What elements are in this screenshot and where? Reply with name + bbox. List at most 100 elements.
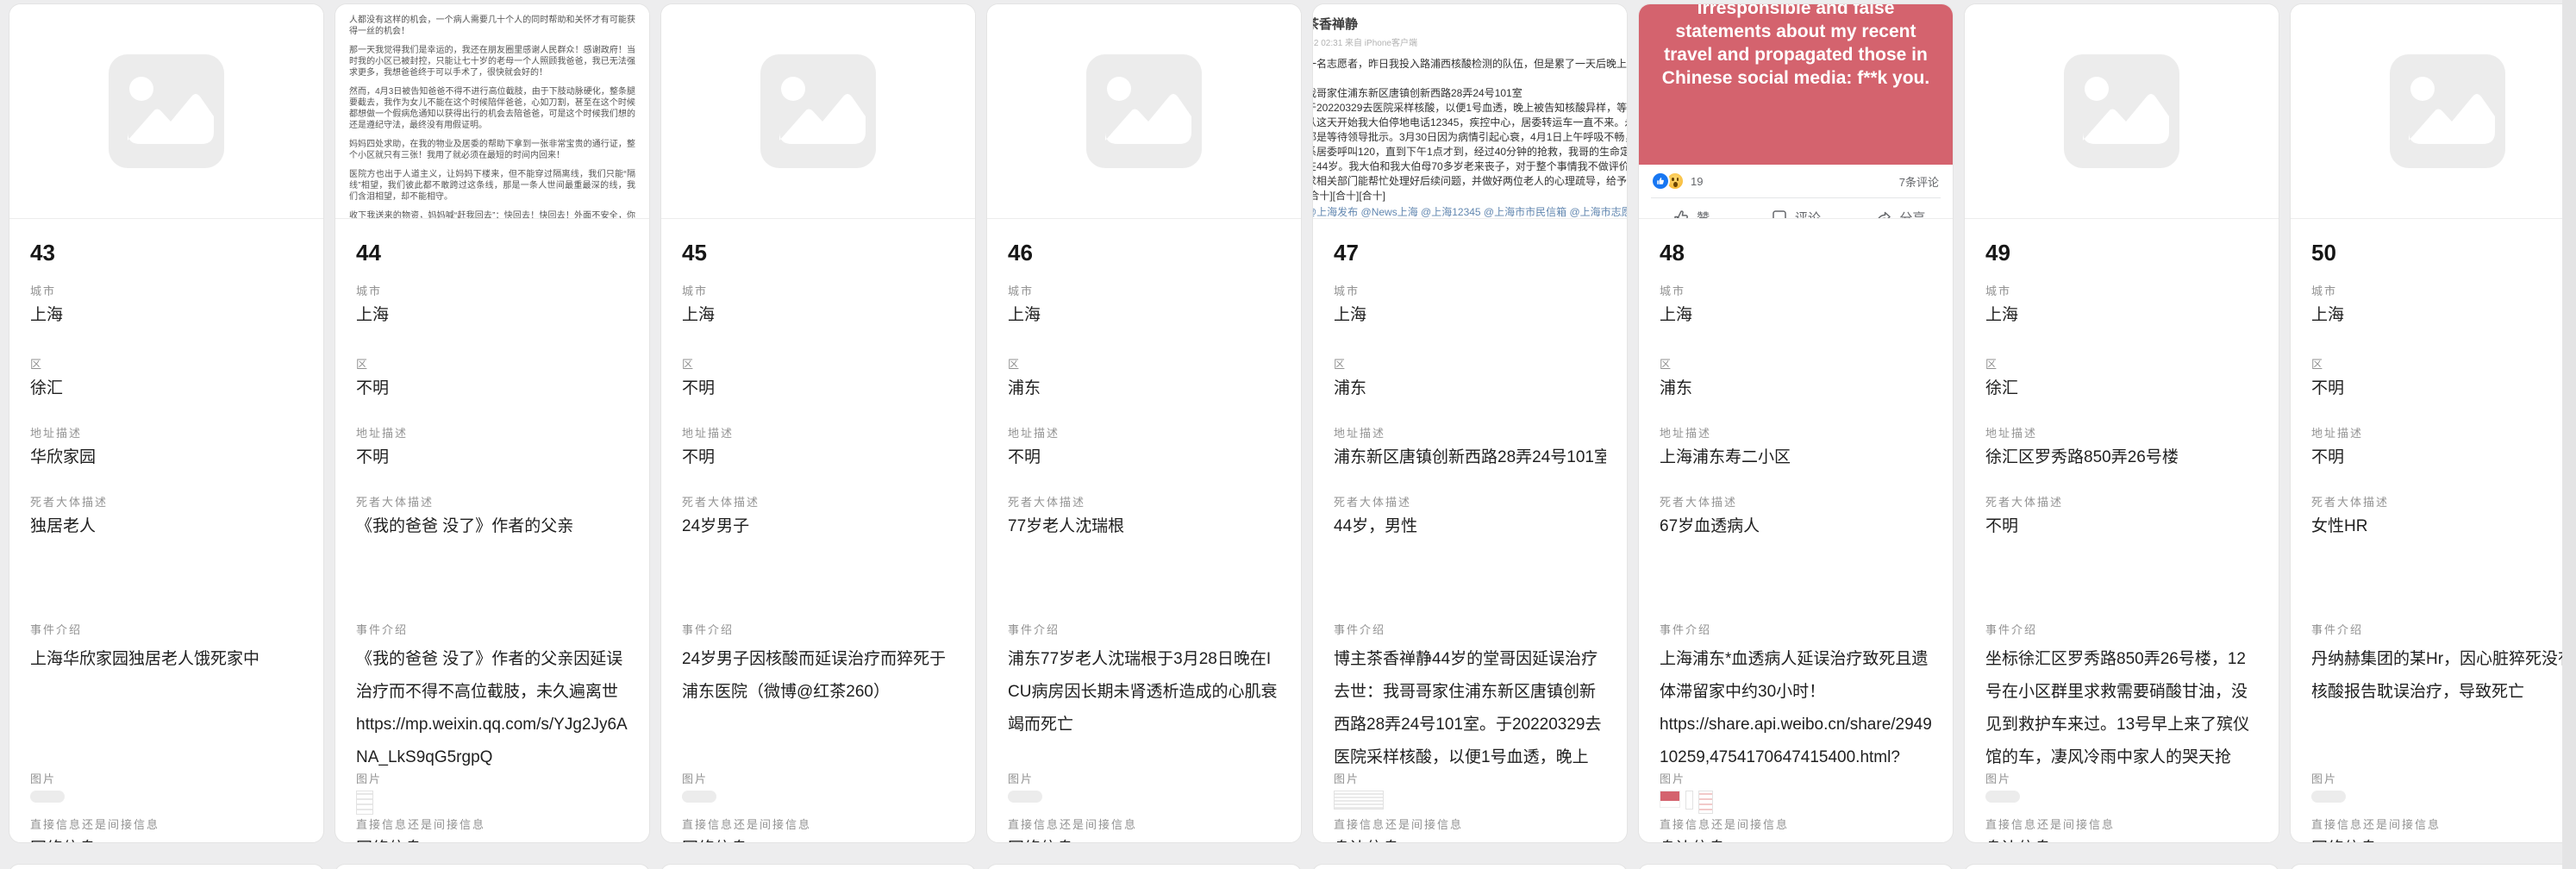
field-city: 城市 上海: [356, 284, 628, 327]
case-fields: 48 城市 上海 区 浦东 地址描述 上海浦东寿二小区 死者大体描述 67岁血透…: [1639, 219, 1953, 843]
case-card[interactable]: 46 城市 上海 区 浦东 地址描述 不明 死者大体描述 77岁老人沈瑞根 事件…: [986, 3, 1302, 843]
article-text: 人都没有这样的机会，一个病人需要几十个人的同时帮助和关怀才有可能获得一丝的机会！…: [349, 15, 635, 219]
field-label-event: 事件介绍: [1660, 623, 1932, 637]
field-label-direct-or-indirect: 直接信息还是间接信息: [356, 818, 628, 832]
image-thumbnail-red-post[interactable]: [1660, 791, 1680, 808]
image-thumbnail-narrow[interactable]: [1685, 791, 1693, 810]
next-row-card-top[interactable]: [1638, 864, 1954, 869]
field-label-image: 图片: [1334, 772, 1606, 786]
field-value-address: 上海浦东寿二小区: [1660, 447, 1932, 469]
vertical-scrollbar[interactable]: [2562, 0, 2576, 869]
next-row-card-top[interactable]: [660, 864, 976, 869]
case-card[interactable]: 50 城市 上海 区 不明 地址描述 不明 死者大体描述 女性HR 事件介绍 丹…: [2290, 3, 2576, 843]
image-thumbnail-pill[interactable]: [2311, 791, 2346, 803]
field-label-direct-or-indirect: 直接信息还是间接信息: [1660, 818, 1932, 832]
image-thumbnails: [1660, 791, 1932, 813]
case-image: Irresponsible and false statements about…: [1639, 4, 1953, 219]
next-row-card-top[interactable]: [2290, 864, 2576, 869]
field-direct-or-indirect: 直接信息还是间接信息 身边信息: [1660, 818, 1932, 843]
field-address: 地址描述 华欣家园: [30, 427, 303, 469]
field-value-district: 浦东: [1334, 378, 1606, 400]
case-card[interactable]: 人都没有这样的机会，一个病人需要几十个人的同时帮助和关怀才有可能获得一丝的机会！…: [335, 3, 650, 843]
like-action-label: 赞: [1697, 209, 1710, 220]
field-address: 地址描述 不明: [1008, 427, 1280, 469]
case-number: 48: [1660, 238, 1932, 267]
next-row-card-top[interactable]: [335, 864, 650, 869]
field-event-intro: 事件介绍 《我的爸爸 没了》作者的父亲因延误治疗而不得不高位截肢，未久遍离世 h…: [356, 623, 628, 772]
field-event-intro: 事件介绍 丹纳赫集团的某Hr，因心脏猝死没有核酸报告耽误治疗，导致死亡: [2311, 623, 2576, 772]
field-city: 城市 上海: [1008, 284, 1280, 327]
field-event-intro: 事件介绍 24岁男子因核酸而延误治疗而猝死于浦东医院（微博@红茶260）: [682, 623, 954, 772]
field-label-direct-or-indirect: 直接信息还是间接信息: [2311, 818, 2576, 832]
field-label-city: 城市: [1660, 284, 1932, 298]
share-arrow-icon: [1875, 209, 1892, 219]
weibo-mention-links: @上海发布 @News上海 @上海12345 @上海市市民信箱 @上海市志愿者协…: [1313, 205, 1627, 219]
image-thumbnail-document[interactable]: [356, 791, 373, 815]
field-event-intro: 事件介绍 浦东77岁老人沈瑞根于3月28日晚在ICU病房因长期未肾透析造成的心肌…: [1008, 623, 1280, 772]
image-thumbnail-chat[interactable]: [1698, 791, 1713, 814]
field-value-address: 不明: [1008, 447, 1280, 469]
image-thumbnails: [1334, 791, 1606, 813]
image-thumbnail-group: [1660, 791, 1713, 814]
case-fields: 49 城市 上海 区 徐汇 地址描述 徐汇区罗秀路850弄26号楼 死者大体描述…: [1965, 219, 2279, 843]
next-row-card-top[interactable]: [1312, 864, 1628, 869]
facebook-status-text: Irresponsible and false statements about…: [1639, 4, 1953, 165]
weibo-text-line: [1313, 72, 1627, 86]
field-value-district: 浦东: [1008, 378, 1280, 400]
field-value-victim: 67岁血透病人: [1660, 516, 1932, 538]
field-label-district: 区: [30, 358, 303, 372]
image-placeholder-icon: [2064, 54, 2179, 168]
case-card[interactable]: 49 城市 上海 区 徐汇 地址描述 徐汇区罗秀路850弄26号楼 死者大体描述…: [1964, 3, 2279, 843]
article-screenshot: 人都没有这样的机会，一个病人需要几十个人的同时帮助和关怀才有可能获得一丝的机会！…: [335, 4, 649, 219]
image-thumbnail-pill[interactable]: [1008, 791, 1042, 803]
field-district: 区 浦东: [1660, 358, 1932, 400]
field-label-event: 事件介绍: [30, 623, 303, 637]
image-thumbnail-wide[interactable]: [1334, 791, 1384, 810]
image-thumbnail-pill[interactable]: [682, 791, 716, 803]
field-label-city: 城市: [1008, 284, 1280, 298]
field-city: 城市 上海: [30, 284, 303, 327]
case-card[interactable]: Irresponsible and false statements about…: [1638, 3, 1954, 843]
field-direct-or-indirect: 直接信息还是间接信息 网络信息: [2311, 818, 2576, 843]
field-label-address: 地址描述: [682, 427, 954, 441]
comment-bubble-icon: [1771, 209, 1788, 219]
field-label-city: 城市: [356, 284, 628, 298]
field-value-event: 上海浦东*血透病人延误治疗致死且遗体滞留家中约30小时！ https://sha…: [1660, 643, 1932, 772]
image-placeholder: [987, 4, 1301, 218]
field-label-image: 图片: [1008, 772, 1280, 786]
field-value-address: 不明: [2311, 447, 2576, 469]
next-row-card-top[interactable]: [986, 864, 1302, 869]
case-card[interactable]: 茶香禅静 4-2 02:31 来自 iPhone客户端 一名志愿者，昨日我投入路…: [1312, 3, 1628, 843]
thumb-up-icon: [1673, 209, 1690, 219]
image-thumbnails: [30, 791, 303, 813]
field-label-district: 区: [1660, 358, 1932, 372]
case-card[interactable]: 45 城市 上海 区 不明 地址描述 不明 死者大体描述 24岁男子 事件介绍 …: [660, 3, 976, 843]
field-victim-description: 死者大体描述 24岁男子: [682, 496, 954, 538]
next-row-card-top[interactable]: [1964, 864, 2279, 869]
field-event-intro: 事件介绍 坐标徐汇区罗秀路850弄26号楼，12号在小区群里求救需要硝酸甘油，没…: [1985, 623, 2258, 772]
field-city: 城市 上海: [682, 284, 954, 327]
next-row-card-top[interactable]: [9, 864, 324, 869]
field-label-direct-or-indirect: 直接信息还是间接信息: [1008, 818, 1280, 832]
image-thumbnail-pill[interactable]: [30, 791, 65, 803]
field-label-victim: 死者大体描述: [1008, 496, 1280, 510]
field-image: 图片: [1334, 772, 1606, 813]
case-card[interactable]: 43 城市 上海 区 徐汇 地址描述 华欣家园 死者大体描述 独居老人 事件介绍…: [9, 3, 324, 843]
field-label-district: 区: [2311, 358, 2576, 372]
share-action: 分享: [1848, 198, 1953, 219]
weibo-username: 茶香禅静: [1313, 15, 1627, 33]
field-victim-description: 死者大体描述 44岁，男性: [1334, 496, 1606, 538]
weibo-post: 茶香禅静 4-2 02:31 来自 iPhone客户端 一名志愿者，昨日我投入路…: [1313, 8, 1627, 219]
image-thumbnail-pill[interactable]: [1985, 791, 2020, 803]
field-label-address: 地址描述: [1008, 427, 1280, 441]
field-image: 图片: [30, 772, 303, 813]
field-event-intro: 事件介绍 上海华欣家园独居老人饿死家中: [30, 623, 303, 772]
field-city: 城市 上海: [2311, 284, 2576, 327]
field-value-event: 浦东77岁老人沈瑞根于3月28日晚在ICU病房因长期未肾透析造成的心肌衰竭而死亡: [1008, 643, 1280, 772]
field-victim-description: 死者大体描述 女性HR: [2311, 496, 2576, 538]
field-label-city: 城市: [682, 284, 954, 298]
case-number: 44: [356, 238, 628, 267]
field-district: 区 徐汇: [1985, 358, 2258, 400]
field-value-district: 不明: [356, 378, 628, 400]
field-label-address: 地址描述: [356, 427, 628, 441]
